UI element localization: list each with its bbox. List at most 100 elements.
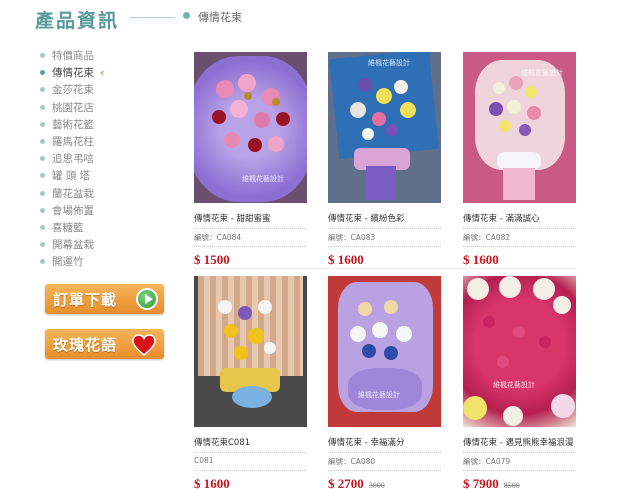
product-name[interactable]: 傳情花束 - 遇見熊熊幸福浪漫 xyxy=(463,436,576,449)
product-card: 維楓花藝設計 傳情花束 - 甜甜蜜蜜 編號：CA084 $ 1500 xyxy=(194,52,307,268)
divider xyxy=(194,246,307,247)
divider xyxy=(328,452,441,453)
sidebar-item-label: 傳情花束 xyxy=(52,67,94,80)
sidebar-item-label: 罐 頭 塔 xyxy=(52,170,91,183)
product-code: C081 xyxy=(194,456,214,465)
product-code: 編號：CA083 xyxy=(328,233,376,242)
bullet-icon xyxy=(40,121,45,127)
divider xyxy=(328,470,441,471)
bullet-icon xyxy=(40,70,45,76)
divider xyxy=(194,470,307,471)
product-code: 編號：CA084 xyxy=(194,233,242,242)
watermark: 維楓花藝設計 xyxy=(521,69,563,77)
sidebar-item-label: 追思弔唁 xyxy=(52,153,94,166)
product-price: $ 1600 xyxy=(328,252,364,267)
product-image[interactable]: 維楓花藝設計 xyxy=(194,52,307,203)
sidebar-item-label: 蘭花盆栽 xyxy=(52,187,94,200)
sidebar-item-venue-decor[interactable]: 會場佈置 xyxy=(40,202,170,219)
product-card: 維楓花藝設計 傳情花束 - 遇見熊熊幸福浪漫 編號：CA079 $ 7900 85… xyxy=(463,276,576,489)
sidebar-item-can-tower[interactable]: 罐 頭 塔 xyxy=(40,167,170,184)
product-code: 編號：CA079 xyxy=(463,457,511,466)
order-download-label: 訂單下載 xyxy=(53,290,118,309)
product-image[interactable]: 維楓花藝設計 xyxy=(463,52,576,203)
bullet-icon xyxy=(40,224,45,230)
product-image[interactable]: 維楓花藝設計 xyxy=(328,276,441,427)
sidebar-item-specials[interactable]: 特價商品 xyxy=(40,47,170,64)
sidebar-item-lucky-bamboo[interactable]: 開運竹 xyxy=(40,253,170,270)
divider xyxy=(463,452,576,453)
product-card: 傳情花束C081 C081 $ 1600 xyxy=(194,276,307,489)
watermark: 維楓花藝設計 xyxy=(242,175,284,183)
sidebar-item-label: 開運竹 xyxy=(52,256,84,269)
order-download-button[interactable]: 訂單下載 xyxy=(45,284,164,314)
product-price: $ 1500 xyxy=(194,252,230,267)
play-icon xyxy=(136,288,158,310)
product-name[interactable]: 傳情花束 - 甜甜蜜蜜 xyxy=(194,212,307,225)
divider xyxy=(328,228,441,229)
product-price: $ 1600 xyxy=(463,252,499,267)
sidebar-item-candy-baskets[interactable]: 喜糖籃 xyxy=(40,219,170,236)
product-name[interactable]: 傳情花束 - 幸福滿分 xyxy=(328,436,441,449)
divider xyxy=(328,246,441,247)
product-price: $ 1600 xyxy=(194,476,230,489)
original-price: 8500 xyxy=(503,481,520,489)
product-code: 編號：CA082 xyxy=(463,233,511,242)
product-name[interactable]: 傳情花束 - 繽紛色彩 xyxy=(328,212,441,225)
product-image[interactable]: 維楓花藝設計 xyxy=(328,52,441,203)
bullet-icon xyxy=(40,53,45,59)
chevron-left-icon: ‹ xyxy=(100,66,105,80)
bullet-icon xyxy=(40,190,45,196)
sidebar: 特價商品 傳情花束 ‹ 金莎花束 桃園花店 藝術花籃 羅馬花柱 追思弔唁 罐 頭 … xyxy=(40,47,170,270)
sidebar-item-art-baskets[interactable]: 藝術花籃 xyxy=(40,116,170,133)
bullet-icon xyxy=(40,259,45,265)
bullet-icon xyxy=(40,156,45,162)
bullet-icon xyxy=(40,104,45,110)
breadcrumb-dot-icon xyxy=(183,12,190,19)
row-divider xyxy=(194,268,576,269)
bullet-icon xyxy=(40,139,45,145)
divider xyxy=(463,228,576,229)
rose-language-label: 玫瑰花語 xyxy=(53,335,118,354)
page-title: 產品資訊 xyxy=(35,10,120,32)
sidebar-item-roman-pillars[interactable]: 羅馬花柱 xyxy=(40,133,170,150)
sidebar-item-taoyuan-florist[interactable]: 桃園花店 xyxy=(40,99,170,116)
sidebar-item-ferrero-bouquets[interactable]: 金莎花束 xyxy=(40,81,170,98)
title-divider xyxy=(130,17,175,18)
product-card: 維楓花藝設計 傳情花束 - 繽紛色彩 編號：CA083 $ 1600 xyxy=(328,52,441,268)
product-card: 維楓花藝設計 傳情花束 - 幸福滿分 編號：CA080 $ 2700 3000 xyxy=(328,276,441,489)
sidebar-item-opening-plants[interactable]: 開幕盆栽 xyxy=(40,236,170,253)
rose-language-button[interactable]: 玫瑰花語 xyxy=(45,329,164,359)
product-name[interactable]: 傳情花束 - 滿滿誠心 xyxy=(463,212,576,225)
divider xyxy=(194,452,307,453)
divider xyxy=(194,228,307,229)
original-price: 3000 xyxy=(368,481,385,489)
sidebar-item-label: 會場佈置 xyxy=(52,204,94,217)
watermark: 維楓花藝設計 xyxy=(358,391,400,399)
sidebar-item-label: 桃園花店 xyxy=(52,101,94,114)
watermark: 維楓花藝設計 xyxy=(368,59,410,67)
product-price: $ 2700 xyxy=(328,476,364,489)
breadcrumb[interactable]: 傳情花束 xyxy=(198,9,242,25)
product-name[interactable]: 傳情花束C081 xyxy=(194,436,307,449)
sidebar-item-bouquets[interactable]: 傳情花束 ‹ xyxy=(40,64,170,81)
sidebar-item-label: 喜糖籃 xyxy=(52,221,84,234)
bullet-icon xyxy=(40,87,45,93)
sidebar-item-condolence[interactable]: 追思弔唁 xyxy=(40,150,170,167)
product-price: $ 7900 xyxy=(463,476,499,489)
sidebar-item-label: 藝術花籃 xyxy=(52,118,94,131)
sidebar-item-orchids[interactable]: 蘭花盆栽 xyxy=(40,185,170,202)
watermark: 維楓花藝設計 xyxy=(493,381,535,389)
divider xyxy=(463,246,576,247)
sidebar-item-label: 金莎花束 xyxy=(52,84,94,97)
bullet-icon xyxy=(40,173,45,179)
product-image[interactable] xyxy=(194,276,307,427)
sidebar-item-label: 羅馬花柱 xyxy=(52,136,94,149)
sidebar-item-label: 特價商品 xyxy=(52,50,94,63)
header: 產品資訊 傳情花束 xyxy=(0,0,630,36)
bullet-icon xyxy=(40,207,45,213)
heart-icon xyxy=(132,334,156,356)
bullet-icon xyxy=(40,242,45,248)
divider xyxy=(463,470,576,471)
sidebar-item-label: 開幕盆栽 xyxy=(52,239,94,252)
product-image[interactable]: 維楓花藝設計 xyxy=(463,276,576,427)
